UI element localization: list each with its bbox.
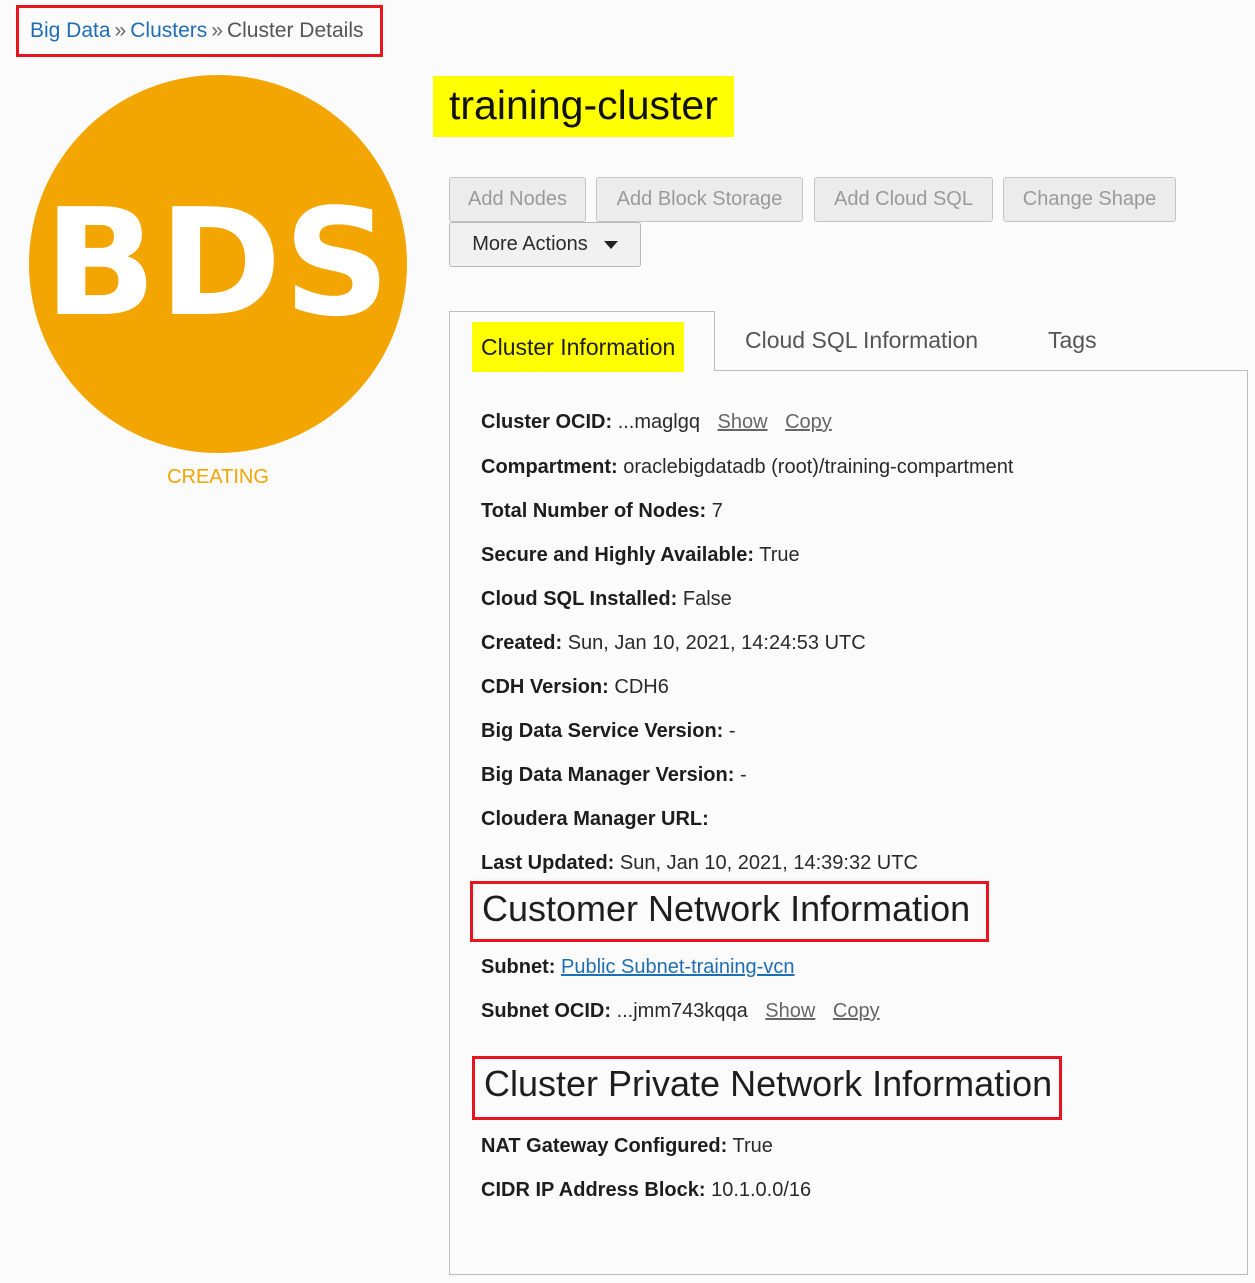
bds-version-row: Big Data Service Version: - (481, 720, 736, 743)
tab-tags[interactable]: Tags (1048, 327, 1097, 354)
field-value: Sun, Jan 10, 2021, 14:39:32 UTC (619, 852, 918, 874)
field-value: ...jmm743kqqa (616, 1000, 748, 1022)
copy-ocid-link[interactable]: Copy (785, 411, 832, 433)
chevron-down-icon (603, 240, 618, 249)
field-value: True (732, 1135, 773, 1157)
add-block-storage-button[interactable]: Add Block Storage (596, 177, 803, 222)
field-value: False (682, 588, 732, 610)
bdm-version-row: Big Data Manager Version: - (481, 764, 747, 787)
cluster-ocid-row: Cluster OCID: ...maglgq Show Copy (481, 411, 832, 434)
field-label: Cluster OCID: (481, 411, 613, 433)
change-shape-button[interactable]: Change Shape (1003, 177, 1176, 222)
field-label: Created: (481, 632, 563, 654)
logo-text: BDS (43, 176, 393, 349)
field-label: Total Number of Nodes: (481, 500, 707, 522)
cloudera-manager-url-row: Cloudera Manager URL: (481, 808, 709, 831)
breadcrumb: Big Data» Clusters» Cluster Details (16, 5, 383, 57)
secure-row: Secure and Highly Available: True (481, 544, 800, 567)
field-label: Secure and Highly Available: (481, 544, 755, 566)
field-label: Cloudera Manager URL: (481, 808, 709, 830)
compartment-row: Compartment: oraclebigdatadb (root)/trai… (481, 456, 1013, 479)
page-title: training-cluster (433, 76, 734, 137)
show-ocid-link[interactable]: Show (718, 411, 768, 433)
field-value: ...maglgq (617, 411, 700, 433)
field-value: 7 (711, 500, 723, 522)
subnet-row: Subnet: Public Subnet-training-vcn (481, 956, 794, 979)
field-label: CIDR IP Address Block: (481, 1179, 706, 1201)
copy-subnet-ocid-link[interactable]: Copy (833, 1000, 880, 1022)
cloud-sql-installed-row: Cloud SQL Installed: False (481, 588, 732, 611)
field-label: Big Data Service Version: (481, 720, 724, 742)
breadcrumb-link-clusters[interactable]: Clusters (130, 19, 207, 42)
subnet-link[interactable]: Public Subnet-training-vcn (561, 956, 794, 978)
field-value: True (759, 544, 800, 566)
field-value: - (739, 764, 747, 786)
customer-network-heading: Customer Network Information (470, 881, 989, 942)
nodes-row: Total Number of Nodes: 7 (481, 500, 723, 523)
last-updated-row: Last Updated: Sun, Jan 10, 2021, 14:39:3… (481, 852, 918, 875)
add-nodes-button[interactable]: Add Nodes (449, 177, 586, 222)
tab-cluster-information[interactable]: Cluster Information (449, 311, 715, 372)
private-network-heading: Cluster Private Network Information (472, 1056, 1062, 1120)
field-label: NAT Gateway Configured: (481, 1135, 728, 1157)
field-value: oraclebigdatadb (root)/training-compartm… (623, 456, 1014, 478)
cluster-status: CREATING (167, 466, 269, 488)
breadcrumb-current: Cluster Details (226, 19, 364, 42)
cidr-block-row: CIDR IP Address Block: 10.1.0.0/16 (481, 1179, 811, 1202)
field-value: - (728, 720, 736, 742)
field-value: CDH6 (614, 676, 669, 698)
field-label: Subnet: (481, 956, 556, 978)
field-label: Subnet OCID: (481, 1000, 611, 1022)
breadcrumb-separator: » (211, 19, 223, 42)
more-actions-label: More Actions (472, 233, 588, 255)
bds-logo-icon: BDS (29, 75, 407, 453)
add-cloud-sql-button[interactable]: Add Cloud SQL (814, 177, 993, 222)
field-value: Sun, Jan 10, 2021, 14:24:53 UTC (567, 632, 866, 654)
nat-gateway-row: NAT Gateway Configured: True (481, 1135, 773, 1158)
created-row: Created: Sun, Jan 10, 2021, 14:24:53 UTC (481, 632, 866, 655)
subnet-ocid-row: Subnet OCID: ...jmm743kqqa Show Copy (481, 1000, 880, 1023)
tab-label: Cluster Information (472, 322, 685, 372)
breadcrumb-separator: » (114, 19, 127, 42)
tab-cloud-sql-information[interactable]: Cloud SQL Information (745, 327, 978, 354)
cdh-version-row: CDH Version: CDH6 (481, 676, 669, 699)
field-label: Big Data Manager Version: (481, 764, 735, 786)
field-label: Cloud SQL Installed: (481, 588, 678, 610)
field-label: Last Updated: (481, 852, 615, 874)
show-subnet-ocid-link[interactable]: Show (765, 1000, 815, 1022)
more-actions-dropdown[interactable]: More Actions (449, 222, 641, 267)
field-label: Compartment: (481, 456, 618, 478)
breadcrumb-link-big-data[interactable]: Big Data (30, 19, 111, 42)
field-value: 10.1.0.0/16 (711, 1179, 812, 1201)
field-label: CDH Version: (481, 676, 609, 698)
